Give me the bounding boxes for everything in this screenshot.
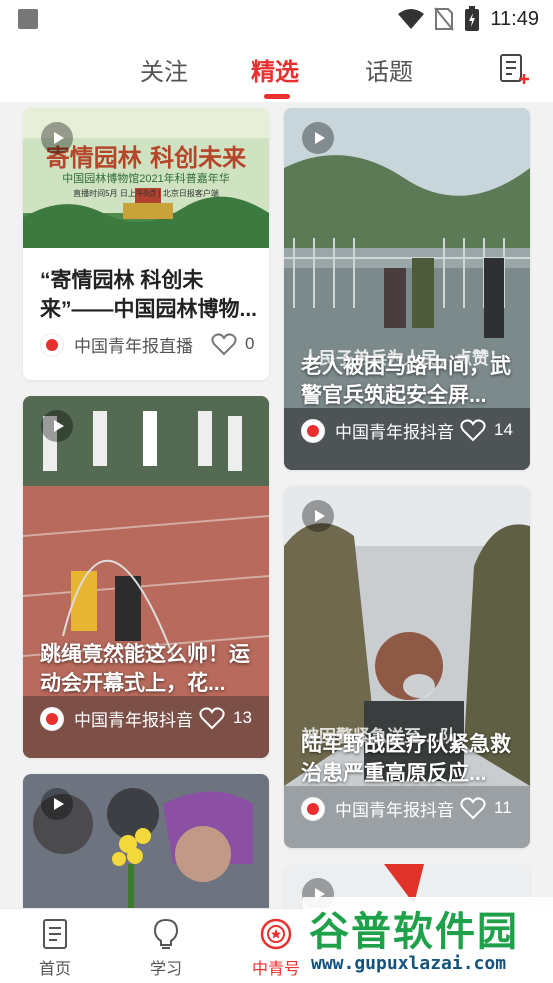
active-tab-indicator [264,94,290,99]
like-count: 0 [245,334,255,353]
like-count: 14 [494,420,513,439]
lightbulb-icon [153,918,179,949]
source-logo-icon [40,706,64,731]
watermark: 谷普软件园 www.gupuxlazai.com [303,897,553,981]
heart-icon [199,707,225,730]
like-count: 13 [233,708,252,727]
notification-icon [18,9,38,29]
card-title[interactable]: 陆军野战医疗队紧急救治患严重高原反应... [301,730,521,788]
nav-study[interactable]: 学习 [131,917,201,979]
feed-card[interactable]: 寄情园林 科创未来 中国园林博物馆2021年科普嘉年华 直播时间5月 日上午9点… [23,108,269,380]
watermark-title: 谷普软件园 [309,910,519,954]
heart-icon [460,797,486,820]
play-icon[interactable] [41,788,73,820]
edit-list-icon[interactable] [497,52,531,86]
heart-icon [211,333,237,356]
document-icon [43,919,67,949]
card-title[interactable]: “寄情园林 科创未来”——中国园林博物... [40,266,260,324]
nav-study-label: 学习 [149,961,182,978]
banner-subtitle: 中国园林博物馆2021年科普嘉年华 [62,173,230,185]
card-source[interactable]: 中国青年报抖音 [40,706,193,731]
card-title[interactable]: 跳绳竟然能这么帅！运动会开幕式上，花... [40,640,260,698]
nav-home[interactable]: 首页 [20,917,90,979]
nav-cyl[interactable]: 中青号 [241,917,311,979]
like-count: 11 [494,798,512,817]
card-title[interactable]: 老人被困马路中间，武警官兵筑起安全屏... [301,352,521,410]
source-logo-icon [40,332,64,357]
source-logo-icon [301,796,325,821]
video-thumbnail [284,108,530,470]
source-name: 中国青年报抖音 [335,423,454,442]
tab-featured[interactable]: 精选 [251,52,299,87]
tab-topics[interactable]: 话题 [365,52,413,87]
badge-star-icon [260,918,292,950]
card-source[interactable]: 中国青年报直播 [40,332,193,357]
feed-card[interactable] [23,774,269,914]
like-button[interactable]: 0 [211,332,254,356]
banner-info: 直播时间5月 日上午9点 | 北京日报客户端 [73,189,219,198]
source-name: 中国青年报抖音 [335,801,454,820]
heart-icon [460,419,486,442]
top-tab-bar: 关注 精选 话题 [0,38,553,102]
tab-follow[interactable]: 关注 [140,52,188,87]
play-icon[interactable] [302,122,334,154]
video-thumbnail [23,396,269,758]
play-icon[interactable] [302,500,334,532]
like-button[interactable]: 14 [460,418,513,442]
card-source[interactable]: 中国青年报抖音 [301,418,454,443]
nav-cyl-label: 中青号 [251,961,300,978]
play-icon[interactable] [41,410,73,442]
feed-card[interactable]: 人民子弟兵为人民，点赞！ 老人被困马路中间，武警官兵筑起安全屏... 中国青年报… [284,108,530,470]
source-name: 中国青年报抖音 [74,711,193,730]
battery-charging-icon [465,6,480,31]
source-logo-icon [301,418,325,443]
video-thumbnail [284,486,530,848]
feed-card[interactable]: 被困警紧急送至 ...队 陆军野战医疗队紧急救治患严重高原反应... 中国青年报… [284,486,530,848]
like-button[interactable]: 11 [460,796,512,820]
like-button[interactable]: 13 [199,706,252,730]
clock: 11:49 [490,7,539,30]
card-source[interactable]: 中国青年报抖音 [301,796,454,821]
nav-home-label: 首页 [38,961,71,978]
wifi-icon [398,9,425,29]
no-sim-icon [434,7,455,31]
status-bar: 11:49 [0,0,553,38]
watermark-url: www.gupuxlazai.com [311,953,507,974]
play-icon[interactable] [41,122,73,154]
feed-card[interactable]: 跳绳竟然能这么帅！运动会开幕式上，花... 中国青年报抖音 13 [23,396,269,758]
source-name: 中国青年报直播 [74,337,193,356]
